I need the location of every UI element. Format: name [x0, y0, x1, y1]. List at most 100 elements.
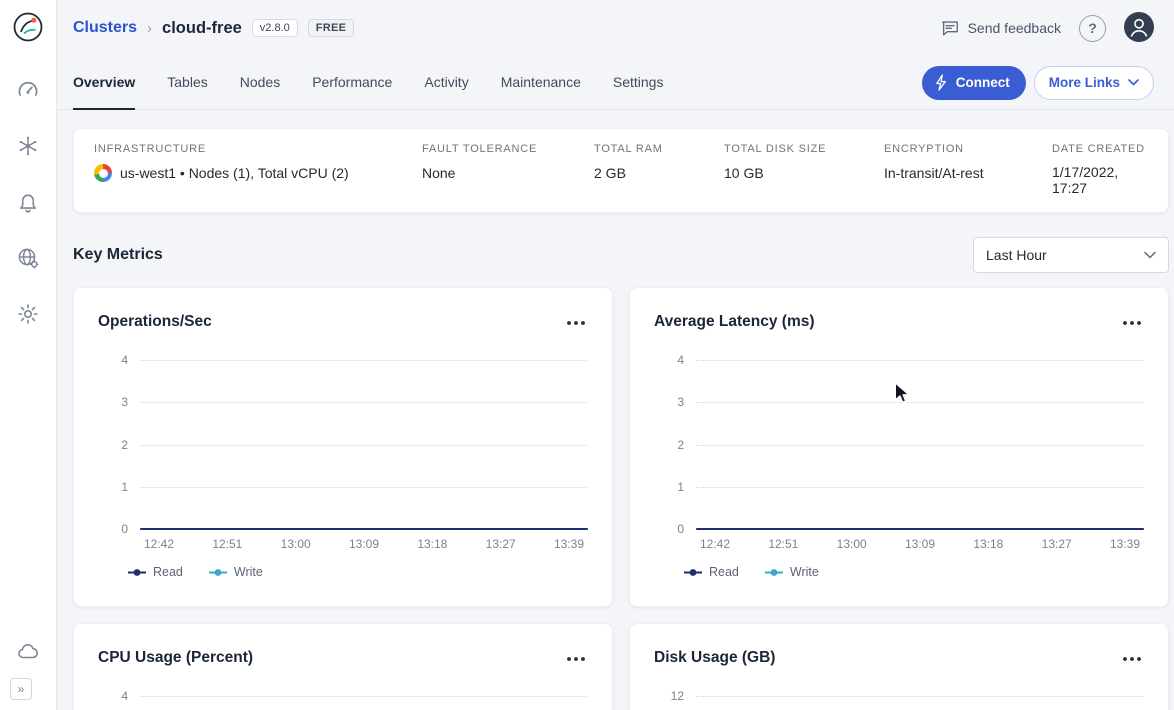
sidebar-item-alerts[interactable] — [16, 190, 40, 214]
breadcrumb-clusters-link[interactable]: Clusters — [73, 19, 137, 37]
tab-settings[interactable]: Settings — [613, 56, 664, 110]
send-feedback-label: Send feedback — [968, 20, 1061, 36]
breadcrumb-separator-icon: › — [147, 20, 152, 37]
sidebar-item-dashboard[interactable] — [16, 78, 40, 102]
cloud-icon — [16, 640, 40, 664]
tab-tables[interactable]: Tables — [167, 56, 207, 110]
bell-icon — [16, 190, 40, 214]
gridline — [140, 696, 588, 697]
y-axis-tick: 2 — [98, 437, 128, 453]
question-mark-icon: ? — [1088, 20, 1097, 36]
gridline — [140, 360, 588, 361]
send-feedback-button[interactable]: Send feedback — [940, 18, 1061, 38]
chart-more-button[interactable] — [1120, 310, 1144, 333]
info-label: FAULT TOLERANCE — [422, 143, 594, 155]
chart-more-button[interactable] — [1120, 646, 1144, 669]
sidebar-item-regions[interactable] — [16, 246, 40, 270]
y-axis-tick: 1 — [654, 479, 684, 495]
bolt-icon — [934, 74, 949, 91]
legend-item-read[interactable]: Read — [128, 565, 183, 579]
chart-legend: Read Write — [128, 565, 263, 579]
cluster-name: cloud-free — [162, 19, 242, 38]
legend-label: Read — [153, 565, 183, 579]
chart-title: Operations/Sec — [98, 313, 212, 331]
network-icon — [16, 134, 40, 158]
globe-gear-icon — [16, 246, 40, 270]
legend-label: Write — [234, 565, 263, 579]
sidebar-item-cloud[interactable] — [16, 640, 40, 664]
tab-overview[interactable]: Overview — [73, 56, 135, 110]
y-axis-tick: 3 — [98, 394, 128, 410]
gcp-icon — [94, 164, 112, 182]
sidebar-item-topology[interactable] — [16, 134, 40, 158]
legend-item-write[interactable]: Write — [209, 565, 263, 579]
gridline — [696, 696, 1144, 697]
chart-plot-operations: 0123412:4212:5113:0013:0913:1813:2713:39… — [98, 339, 588, 591]
legend-label: Read — [709, 565, 739, 579]
help-button[interactable]: ? — [1079, 15, 1106, 42]
user-avatar[interactable] — [1124, 12, 1154, 45]
tab-performance[interactable]: Performance — [312, 56, 392, 110]
more-links-label: More Links — [1049, 75, 1120, 90]
y-axis-tick: 4 — [654, 352, 684, 368]
sidebar-item-settings[interactable] — [16, 302, 40, 326]
tab-nodes[interactable]: Nodes — [240, 56, 280, 110]
gridline — [696, 487, 1144, 488]
info-value: 1/17/2022, 17:27 — [1052, 164, 1148, 196]
gridline — [696, 360, 1144, 361]
info-label: TOTAL DISK SIZE — [724, 143, 884, 155]
x-axis-tick: 13:09 — [339, 537, 389, 551]
chart-card-disk: Disk Usage (GB) 03691212:4212:5113:0013:… — [629, 623, 1169, 710]
chart-header: Disk Usage (GB) — [654, 646, 1144, 669]
main-area: Clusters › cloud-free v2.8.0 FREE Send f… — [57, 0, 1174, 710]
chart-title: Disk Usage (GB) — [654, 649, 775, 667]
chart-header: Average Latency (ms) — [654, 310, 1144, 333]
chart-header: Operations/Sec — [98, 310, 588, 333]
gridline — [140, 445, 588, 446]
sidebar-bottom: » — [16, 640, 40, 700]
series-line-read — [696, 528, 1144, 530]
charts-grid: Operations/Sec 0123412:4212:5113:0013:09… — [73, 287, 1169, 710]
sidebar-nav — [16, 78, 40, 326]
cluster-info-card: INFRASTRUCTURE us-west1 • Nodes (1), Tot… — [73, 128, 1169, 213]
info-label: TOTAL RAM — [594, 143, 724, 155]
y-axis-tick: 2 — [654, 437, 684, 453]
cockroachdb-logo-icon[interactable] — [12, 11, 44, 48]
ellipsis-icon — [1122, 320, 1142, 326]
chat-bubble-icon — [940, 18, 960, 38]
tab-bar: Overview Tables Nodes Performance Activi… — [57, 56, 1174, 110]
legend-item-write[interactable]: Write — [765, 565, 819, 579]
tab-activity[interactable]: Activity — [424, 56, 468, 110]
chart-more-button[interactable] — [564, 310, 588, 333]
connect-button[interactable]: Connect — [922, 66, 1026, 100]
info-value: 2 GB — [594, 164, 724, 182]
info-infrastructure: INFRASTRUCTURE us-west1 • Nodes (1), Tot… — [94, 143, 422, 196]
time-range-select[interactable]: Last Hour — [973, 237, 1169, 273]
chart-more-button[interactable] — [564, 646, 588, 669]
info-encryption: ENCRYPTION In-transit/At-rest — [884, 143, 1052, 196]
y-axis-tick: 12 — [654, 688, 684, 704]
gridline — [696, 445, 1144, 446]
y-axis-tick: 1 — [98, 479, 128, 495]
chart-plot-cpu: 0123412:4212:5113:0013:0913:1813:2713:39 — [98, 675, 588, 710]
info-label: ENCRYPTION — [884, 143, 1052, 155]
time-range-value: Last Hour — [986, 247, 1047, 263]
sidebar-expand-button[interactable]: » — [10, 678, 32, 700]
chart-title: CPU Usage (Percent) — [98, 649, 253, 667]
y-axis-tick: 0 — [98, 521, 128, 537]
chart-card-operations: Operations/Sec 0123412:4212:5113:0013:09… — [73, 287, 613, 607]
info-total-ram: TOTAL RAM 2 GB — [594, 143, 724, 196]
chart-legend: Read Write — [684, 565, 819, 579]
tab-maintenance[interactable]: Maintenance — [501, 56, 581, 110]
gridline — [140, 487, 588, 488]
info-date-created: DATE CREATED 1/17/2022, 17:27 — [1052, 143, 1148, 196]
ellipsis-icon — [566, 320, 586, 326]
key-metrics-title: Key Metrics — [73, 246, 163, 264]
y-axis-tick: 3 — [654, 394, 684, 410]
legend-item-read[interactable]: Read — [684, 565, 739, 579]
double-chevron-right-icon: » — [18, 682, 25, 696]
x-axis-tick: 13:09 — [895, 537, 945, 551]
more-links-button[interactable]: More Links — [1034, 66, 1154, 100]
ellipsis-icon — [566, 656, 586, 662]
x-axis-tick: 13:18 — [407, 537, 457, 551]
